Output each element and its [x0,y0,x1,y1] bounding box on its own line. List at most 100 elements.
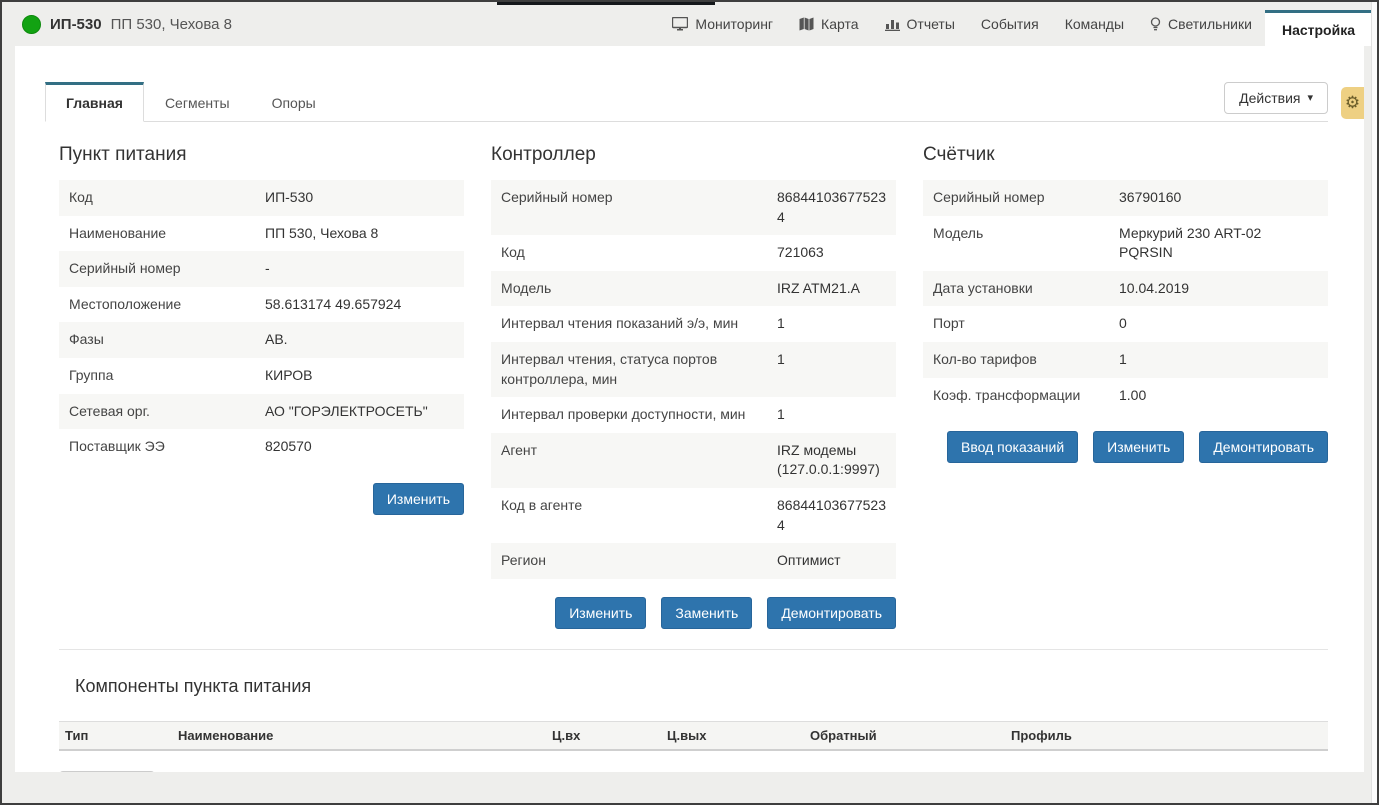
field-value: 10.04.2019 [1119,279,1318,299]
controller-actions: Изменить Заменить Демонтировать [491,597,896,629]
monitor-icon [672,17,688,32]
field-value: AB. [265,330,454,350]
power-point-fields: КодИП-530 НаименованиеПП 530, Чехова 8 С… [59,180,464,465]
column-header-c-out: Ц.вых [661,721,804,750]
components-section: Компоненты пункта питания Тип Наименован… [15,676,1364,772]
object-title: ИП-530 ПП 530, Чехова 8 [22,2,232,46]
field-value: 1 [777,350,886,389]
field-value: IRZ модемы (127.0.0.1:9997) [777,441,886,480]
field-row: Серийный номер868441036775234 [491,180,896,235]
column-header-type: Тип [59,721,172,750]
components-header-row: Тип Наименование Ц.вх Ц.вых Обратный Про… [59,721,1328,750]
edit-meter-button[interactable]: Изменить [1093,431,1184,463]
nav-item-settings[interactable]: Настройка [1265,10,1372,46]
tab-segments[interactable]: Сегменты [144,82,251,122]
bulb-icon [1150,17,1161,32]
nav-item-map[interactable]: Карта [786,2,871,46]
power-point-section: Пункт питания КодИП-530 НаименованиеПП 5… [59,122,464,515]
field-row: НаименованиеПП 530, Чехова 8 [59,216,464,252]
field-label: Местоположение [69,295,265,315]
field-row: Местоположение58.613174 49.657924 [59,287,464,323]
field-row: АгентIRZ модемы (127.0.0.1:9997) [491,433,896,488]
dismantle-meter-button[interactable]: Демонтировать [1199,431,1328,463]
caret-down-icon: ▾ [1307,93,1313,104]
column-header-name: Наименование [172,721,546,750]
tab-label: Опоры [272,95,316,111]
field-value: 1 [777,314,886,334]
dismantle-controller-button[interactable]: Демонтировать [767,597,896,629]
section-title-power-point: Пункт питания [59,144,464,166]
field-value: Оптимист [777,551,886,571]
actions-label: Действия [1239,90,1300,106]
gear-icon: ⚙ [1345,93,1360,113]
nav-item-label: События [981,16,1039,32]
field-row: Коэф. трансформации1.00 [923,378,1328,414]
field-row: Код в агенте868441036775234 [491,488,896,543]
field-row: Интервал чтения, статуса портов контролл… [491,342,896,397]
field-label: Группа [69,366,265,386]
field-row: МодельIRZ ATM21.A [491,271,896,307]
field-value: 1 [777,405,886,425]
field-row: КодИП-530 [59,180,464,216]
nav-item-reports[interactable]: Отчеты [872,2,968,46]
controller-section: Контроллер Серийный номер868441036775234… [491,122,896,629]
field-value: Меркурий 230 ART-02 PQRSIN [1119,224,1318,263]
components-table: Тип Наименование Ц.вх Ц.вых Обратный Про… [59,721,1328,751]
nav-item-events[interactable]: События [968,2,1052,46]
object-name: ПП 530, Чехова 8 [111,16,232,33]
edit-controller-button[interactable]: Изменить [555,597,646,629]
field-value: - [265,259,454,279]
field-row: ГруппаКИРОВ [59,358,464,394]
field-label: Интервал чтения, статуса портов контролл… [501,350,777,389]
meter-section: Счётчик Серийный номер36790160 МодельМер… [923,122,1328,463]
field-label: Кол-во тарифов [933,350,1119,370]
controller-fields: Серийный номер868441036775234 Код721063 … [491,180,896,579]
field-label: Код [501,243,777,263]
settings-gear-button[interactable]: ⚙ [1341,87,1364,119]
field-value: ПП 530, Чехова 8 [265,224,454,244]
field-label: Модель [933,224,1119,263]
field-label: Фазы [69,330,265,350]
tab-main[interactable]: Главная [45,82,144,122]
nav-item-label: Команды [1065,16,1124,32]
field-row: Серийный номер- [59,251,464,287]
field-row: Порт0 [923,306,1328,342]
field-label: Поставщик ЭЭ [69,437,265,457]
field-label: Серийный номер [501,188,777,227]
field-value: 868441036775234 [777,496,886,535]
nav-item-commands[interactable]: Команды [1052,2,1137,46]
field-label: Порт [933,314,1119,334]
replace-controller-button[interactable]: Заменить [661,597,752,629]
field-label: Код в агенте [501,496,777,535]
field-label: Интервал чтения показаний э/э, мин [501,314,777,334]
enter-readings-button[interactable]: Ввод показаний [947,431,1078,463]
meter-actions: Ввод показаний Изменить Демонтировать [923,431,1328,463]
field-value: 820570 [265,437,454,457]
map-icon [799,17,814,31]
field-label: Сетевая орг. [69,402,265,422]
nav-item-luminaires[interactable]: Светильники [1137,2,1265,46]
field-row: Серийный номер36790160 [923,180,1328,216]
create-component-button[interactable]: Создать ▴ [59,771,155,772]
field-row: Сетевая орг.АО "ГОРЭЛЕКТРОСЕТЬ" [59,394,464,430]
actions-dropdown-button[interactable]: Действия ▾ [1224,82,1328,114]
field-row: Код721063 [491,235,896,271]
scrollbar[interactable] [1371,2,1377,803]
tab-supports[interactable]: Опоры [251,82,337,122]
field-label: Модель [501,279,777,299]
field-value: IRZ ATM21.A [777,279,886,299]
field-row: Интервал проверки доступности, мин1 [491,397,896,433]
field-label: Регион [501,551,777,571]
section-title-controller: Контроллер [491,144,896,166]
edit-power-point-button[interactable]: Изменить [373,483,464,515]
field-label: Агент [501,441,777,480]
field-row: Поставщик ЭЭ820570 [59,429,464,465]
nav-item-label: Светильники [1168,16,1252,32]
nav-item-monitoring[interactable]: Мониторинг [659,2,786,46]
components-title: Компоненты пункта питания [75,676,1328,697]
section-divider [59,649,1328,650]
nav-item-label: Настройка [1282,22,1355,38]
field-row: МодельМеркурий 230 ART-02 PQRSIN [923,216,1328,271]
field-value: 1 [1119,350,1318,370]
field-label: Коэф. трансформации [933,386,1119,406]
